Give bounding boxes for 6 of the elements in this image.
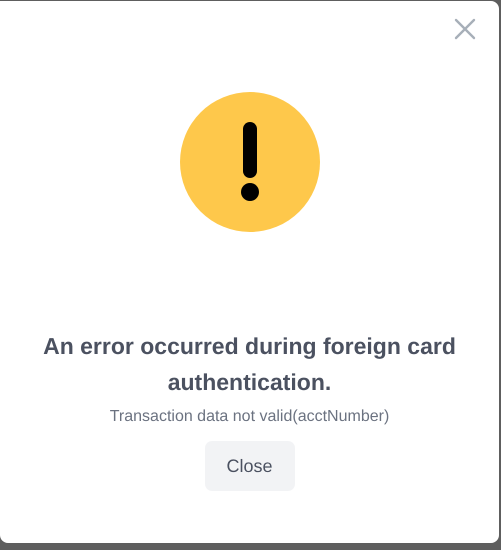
- error-title: An error occurred during foreign card authentication.: [42, 332, 457, 397]
- close-button[interactable]: [453, 17, 477, 41]
- close-button[interactable]: Close: [204, 441, 294, 491]
- close-icon: [453, 17, 477, 41]
- error-message: Transaction data not valid(acctNumber): [110, 408, 390, 426]
- warning-icon: [180, 92, 320, 232]
